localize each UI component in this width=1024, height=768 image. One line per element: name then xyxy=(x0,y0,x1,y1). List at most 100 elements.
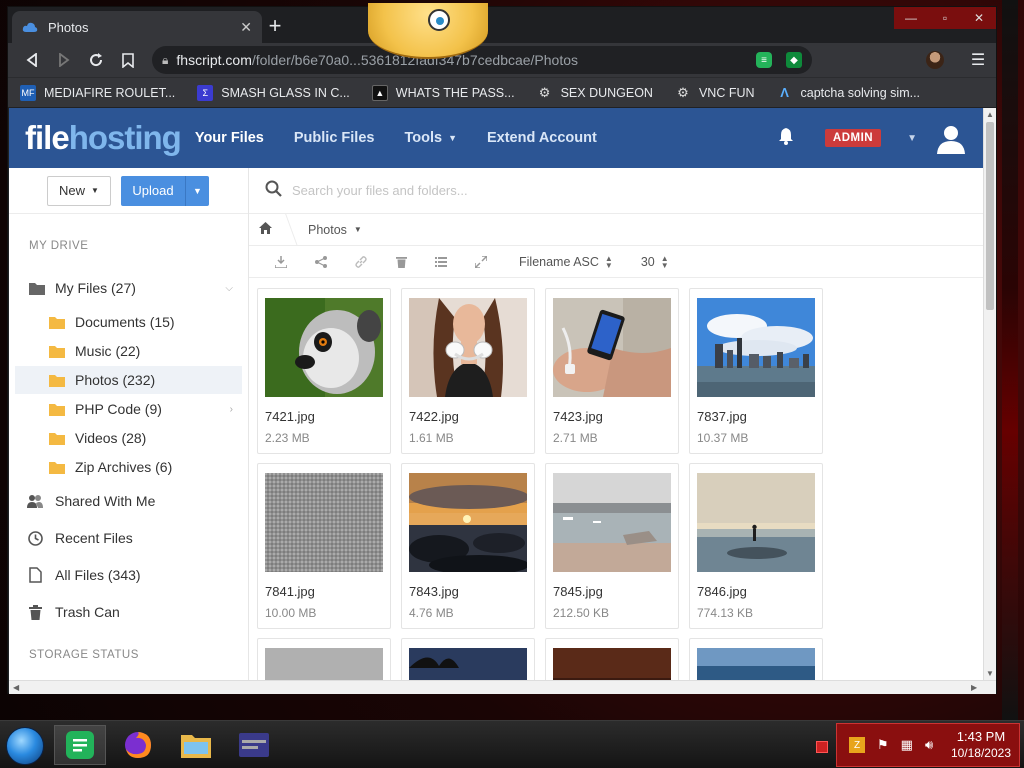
bookmark-icon: ▲ xyxy=(371,84,388,101)
nav-public-files[interactable]: Public Files xyxy=(294,130,375,146)
close-window-button[interactable]: ✕ xyxy=(962,7,996,29)
maximize-button[interactable]: ▫ xyxy=(928,7,962,29)
sidebar-item-recent[interactable]: Recent Files xyxy=(9,524,249,552)
file-thumbnail-sunset-rocks xyxy=(409,473,527,572)
bookmark-item[interactable]: ⚙ VNC FUN xyxy=(675,85,754,101)
file-card[interactable]: 7423.jpg 2.71 MB xyxy=(545,288,679,454)
breadcrumb-photos[interactable]: Photos xyxy=(308,223,347,237)
address-bar[interactable]: 🔒︎ fhscript.com /folder/b6e70a0...536181… xyxy=(152,46,812,74)
share-icon[interactable] xyxy=(301,255,341,268)
sidebar-item-all-files[interactable]: All Files (343) xyxy=(9,561,249,589)
upload-button[interactable]: Upload ▼ xyxy=(121,175,209,206)
sidebar-item-music[interactable]: Music (22) xyxy=(9,337,249,365)
nav-extend-account[interactable]: Extend Account xyxy=(487,130,597,146)
admin-badge[interactable]: ADMIN xyxy=(824,129,882,147)
search-icon xyxy=(265,180,282,202)
site-logo[interactable]: filehosting xyxy=(25,119,182,157)
reload-icon[interactable] xyxy=(80,46,112,74)
upload-button-label: Upload xyxy=(132,183,174,198)
forward-icon[interactable] xyxy=(48,46,80,74)
mediafire-icon: MF xyxy=(20,84,36,101)
vertical-scrollbar[interactable]: ▲ ▼ xyxy=(983,108,996,680)
chevron-down-icon[interactable]: ▼ xyxy=(354,225,362,234)
upload-dropdown-icon[interactable]: ▼ xyxy=(185,175,209,206)
file-card[interactable]: 7837.jpg 10.37 MB xyxy=(689,288,823,454)
site-header: filehosting Your Files Public Files Tool… xyxy=(9,108,983,168)
file-thumbnail-texture xyxy=(265,473,383,572)
minimize-button[interactable]: — xyxy=(894,7,928,29)
bookmark-item[interactable]: Σ SMASH GLASS IN C... xyxy=(197,84,350,101)
system-tray: Z ⚑ ▦ 🔊︎ 1:43 PM 10/18/2023 xyxy=(836,723,1020,767)
browser-menu-icon[interactable]: ☰ xyxy=(968,50,988,70)
taskbar-file-explorer[interactable] xyxy=(170,725,222,765)
list-view-icon[interactable] xyxy=(421,256,461,267)
bell-icon[interactable] xyxy=(777,127,795,150)
taskbar-clock[interactable]: 1:43 PM 10/18/2023 xyxy=(951,729,1011,761)
sidebar-item-php-code[interactable]: PHP Code (9) › xyxy=(9,395,249,423)
nav-tools[interactable]: Tools ▼ xyxy=(404,130,457,146)
notes-icon xyxy=(66,731,94,759)
sidebar-item-photos[interactable]: Photos (232) xyxy=(15,366,242,394)
user-menu-caret-icon[interactable]: ▼ xyxy=(907,133,917,144)
file-size: 774.13 KB xyxy=(697,606,754,620)
cloud-icon xyxy=(22,19,38,35)
flag-icon[interactable]: ⚑ xyxy=(877,737,889,753)
search-input[interactable]: Search your files and folders... xyxy=(292,183,468,198)
sidebar-item-label: Music (22) xyxy=(75,343,141,359)
file-card[interactable] xyxy=(689,638,823,680)
per-page-select[interactable]: 30 ▲ ▼ xyxy=(641,254,669,269)
sidebar-item-shared[interactable]: Shared With Me xyxy=(9,487,249,515)
bookmark-item[interactable]: MF MEDIAFIRE ROULET... xyxy=(20,84,175,101)
horizontal-scrollbar[interactable]: ◀ ▶ xyxy=(9,680,996,694)
browser-toolbar: 🔒︎ fhscript.com /folder/b6e70a0...536181… xyxy=(8,43,996,77)
link-icon[interactable] xyxy=(341,255,381,268)
tab-photos[interactable]: Photos ✕ xyxy=(12,11,262,43)
folder-icon xyxy=(181,735,211,758)
bookmark-star-icon[interactable] xyxy=(112,46,144,74)
sidebar-item-zip-archives[interactable]: Zip Archives (6) xyxy=(9,453,249,481)
home-icon[interactable] xyxy=(259,222,272,237)
tab-close-icon[interactable]: ✕ xyxy=(240,19,252,36)
file-card[interactable]: 7421.jpg 2.23 MB xyxy=(257,288,391,454)
sort-select[interactable]: Filename ASC ▲ ▼ xyxy=(519,254,613,269)
new-tab-button[interactable]: + xyxy=(262,13,288,39)
app-tray-icon[interactable]: Z xyxy=(849,737,865,753)
file-card[interactable]: 7422.jpg 1.61 MB xyxy=(401,288,535,454)
taskbar-remote-app[interactable] xyxy=(228,725,280,765)
volume-icon[interactable]: 🔊︎ xyxy=(925,737,933,753)
bookmark-item[interactable]: Λ captcha solving sim... xyxy=(777,85,920,101)
notification-icon[interactable] xyxy=(816,741,828,753)
file-card[interactable]: 7846.jpg 774.13 KB xyxy=(689,463,823,629)
start-button[interactable] xyxy=(6,727,44,765)
file-card[interactable] xyxy=(257,638,391,680)
nav-your-files[interactable]: Your Files xyxy=(195,130,264,146)
fullscreen-icon[interactable] xyxy=(461,255,501,268)
network-icon[interactable]: ▦ xyxy=(901,737,913,753)
file-card[interactable]: 7845.jpg 212.50 KB xyxy=(545,463,679,629)
chevron-right-icon[interactable]: › xyxy=(230,404,233,415)
file-card[interactable] xyxy=(545,638,679,680)
new-button[interactable]: New ▼ xyxy=(47,175,111,206)
sidebar-item-my-files[interactable]: My Files (27) ⌵ xyxy=(9,274,249,302)
file-card[interactable]: 7841.jpg 10.00 MB xyxy=(257,463,391,629)
extension-notes-icon[interactable]: ≡ xyxy=(756,52,772,68)
file-card[interactable] xyxy=(401,638,535,680)
user-avatar-icon[interactable] xyxy=(935,122,967,154)
profile-avatar[interactable] xyxy=(926,51,944,69)
file-card[interactable]: 7843.jpg 4.76 MB xyxy=(401,463,535,629)
bookmark-item[interactable]: ▲ WHATS THE PASS... xyxy=(371,84,515,101)
scrollbar-thumb[interactable] xyxy=(986,122,994,310)
sidebar-item-documents[interactable]: Documents (15) xyxy=(9,308,249,336)
download-icon[interactable] xyxy=(261,255,301,268)
taskbar-firefox[interactable] xyxy=(112,725,164,765)
sidebar-item-trash[interactable]: Trash Can xyxy=(9,598,249,626)
sidebar-item-videos[interactable]: Videos (28) xyxy=(9,424,249,452)
file-name: 7841.jpg xyxy=(265,584,315,599)
search-bar[interactable]: Search your files and folders... xyxy=(249,168,983,214)
taskbar-notes-app[interactable] xyxy=(54,725,106,765)
trash-icon[interactable] xyxy=(381,256,421,268)
back-icon[interactable] xyxy=(16,46,48,74)
extension-shield-icon[interactable]: ◆ xyxy=(786,52,802,68)
chevron-down-icon[interactable]: ⌵ xyxy=(225,283,233,294)
bookmark-item[interactable]: ⚙ SEX DUNGEON xyxy=(537,85,653,101)
